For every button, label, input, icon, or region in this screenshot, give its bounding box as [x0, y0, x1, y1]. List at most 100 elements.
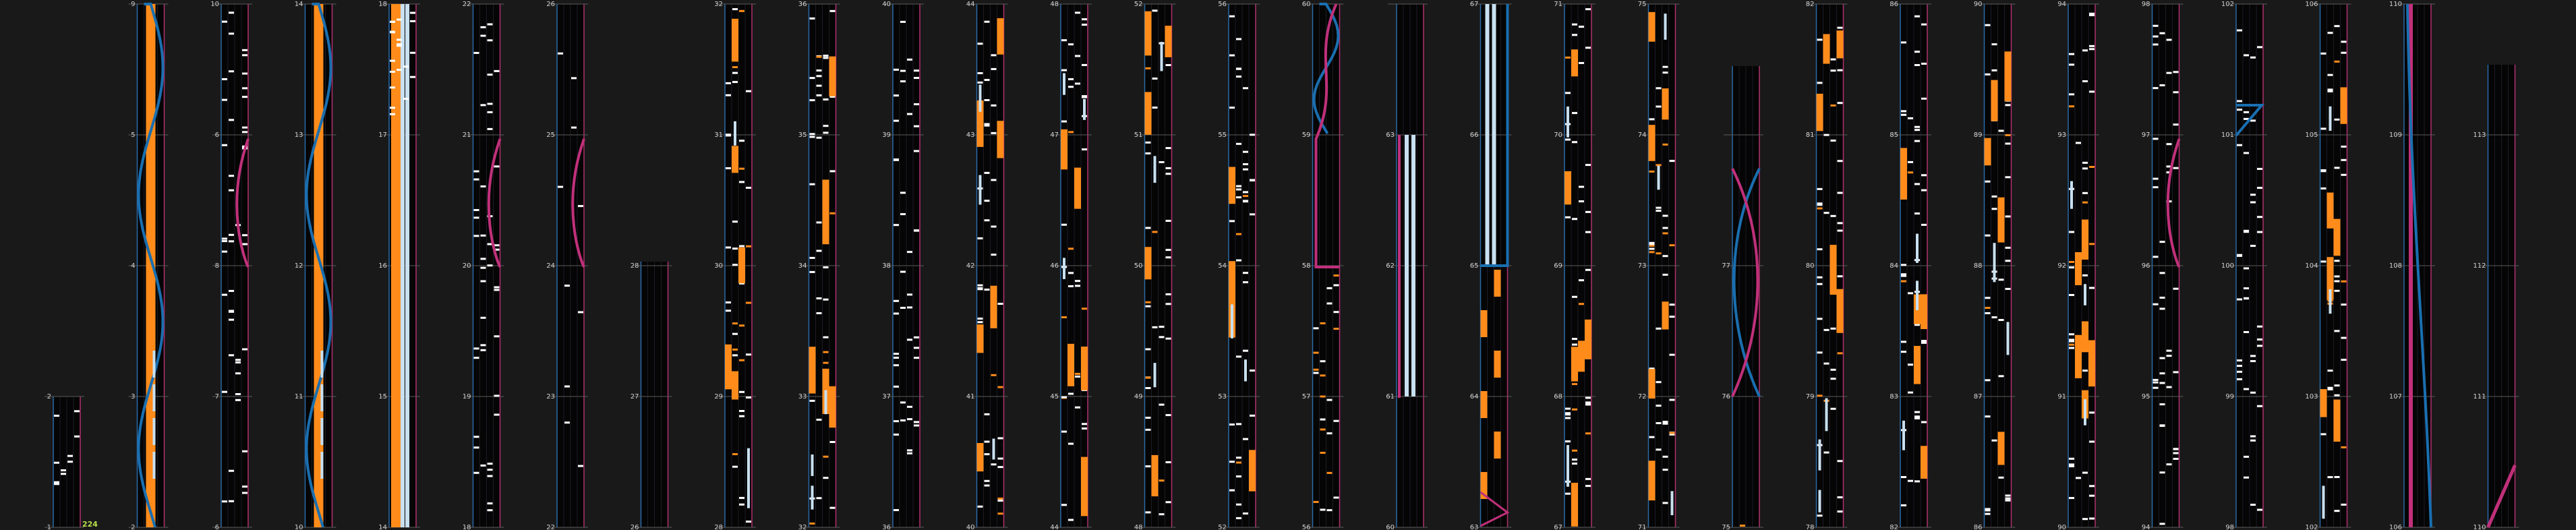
- hold-note: [829, 56, 836, 96]
- tap-note: [480, 258, 486, 260]
- tap-note: [473, 216, 479, 219]
- tap-note: [1985, 415, 1991, 418]
- tap-note: [2159, 372, 2165, 375]
- tap-note: [900, 69, 906, 72]
- tap-note: [914, 77, 919, 80]
- tap-note: [823, 98, 829, 101]
- tap-note: [1908, 160, 1913, 163]
- tap-note: [2237, 370, 2242, 373]
- hold-note: [1480, 391, 1488, 418]
- tap-note: [1165, 147, 1171, 150]
- tap-note: [1565, 138, 1571, 141]
- tap-note: [1998, 476, 2004, 479]
- hold-note: [2329, 106, 2332, 131]
- tap-note: [2159, 523, 2165, 525]
- tap-note: [894, 385, 899, 388]
- hold-note: [1916, 233, 1919, 263]
- tap-note: [1075, 280, 1080, 283]
- tap-note: [823, 131, 829, 134]
- tap-note: [1082, 423, 1087, 425]
- tap-note: [473, 357, 479, 359]
- tap-note: [1165, 219, 1171, 222]
- measure-number: 54: [1218, 262, 1227, 270]
- tap-note: [1229, 489, 1235, 492]
- tap-note: [823, 361, 829, 364]
- tap-note: [1243, 200, 1248, 202]
- tap-note: [894, 356, 899, 359]
- tap-note: [2153, 87, 2159, 90]
- hold-note: [1825, 398, 1828, 432]
- tap-note: [2250, 355, 2256, 357]
- measure-number: 106: [2389, 524, 2402, 530]
- tap-note: [1243, 349, 1248, 352]
- measure-number: 25: [546, 131, 555, 139]
- tap-note: [1830, 327, 1836, 330]
- tap-note: [900, 192, 906, 194]
- measure-number: 86: [1974, 524, 1983, 530]
- tap-note: [2320, 52, 2326, 55]
- tap-note: [242, 49, 247, 51]
- tap-note: [1326, 399, 1333, 401]
- tap-note: [2069, 260, 2074, 263]
- tap-note: [480, 280, 486, 283]
- hold-note: [1818, 490, 1821, 512]
- tap-note: [1662, 273, 1668, 276]
- measure-number: 48: [1134, 524, 1143, 530]
- measure-number: 8: [215, 262, 219, 270]
- tap-note: [1320, 451, 1326, 454]
- tap-note: [1921, 62, 1927, 65]
- tap-note: [229, 289, 234, 292]
- measure-number: 24: [546, 262, 555, 270]
- tap-note: [894, 420, 899, 423]
- tap-note: [1165, 337, 1171, 340]
- tap-note: [1921, 174, 1927, 177]
- hold-note: [2340, 87, 2347, 124]
- tap-note: [1823, 451, 1829, 454]
- tap-note: [2089, 494, 2095, 497]
- tap-note: [894, 508, 899, 511]
- tap-note: [809, 77, 815, 80]
- tap-note: [2250, 439, 2256, 442]
- tap-note: [1991, 195, 1997, 198]
- measure-number: 51: [1134, 131, 1143, 139]
- tap-note: [74, 435, 80, 438]
- tap-note: [558, 52, 563, 55]
- hold-note: [2084, 399, 2086, 425]
- tap-note: [473, 347, 479, 350]
- tap-note: [984, 440, 990, 443]
- tap-note: [494, 286, 500, 289]
- tap-note: [907, 452, 912, 454]
- tap-note: [2237, 109, 2242, 111]
- tap-note: [2250, 435, 2256, 438]
- tap-note: [1985, 180, 1991, 183]
- tap-note: [977, 505, 983, 508]
- hold-note: [822, 199, 829, 245]
- measure-number: 113: [2473, 131, 2486, 139]
- tap-note: [1656, 206, 1662, 209]
- tap-note: [1662, 65, 1668, 68]
- tap-note: [1159, 326, 1165, 328]
- tap-note: [984, 288, 990, 291]
- hold-note: [1921, 446, 1927, 479]
- tap-note: [2250, 56, 2256, 59]
- tap-note: [1236, 503, 1241, 506]
- measure-number: 90: [2057, 524, 2066, 530]
- tap-note: [1914, 183, 1920, 185]
- tap-note: [1991, 69, 1997, 71]
- hold-note: [1249, 450, 1256, 492]
- tap-note: [2153, 303, 2159, 305]
- tap-note: [2166, 38, 2172, 41]
- hold-note: [1244, 359, 1247, 382]
- tap-note: [1565, 412, 1571, 415]
- measure-number: 48: [1050, 1, 1059, 8]
- tap-note: [1236, 76, 1241, 78]
- hold-note: [734, 121, 736, 146]
- tap-note: [1236, 475, 1241, 478]
- tap-note: [984, 79, 990, 82]
- tap-note: [222, 78, 227, 80]
- hold-note: [1144, 247, 1152, 280]
- measure-number: 38: [882, 262, 891, 270]
- measure-number: 36: [882, 524, 891, 530]
- tap-note: [1579, 200, 1584, 203]
- tap-note: [1914, 212, 1920, 215]
